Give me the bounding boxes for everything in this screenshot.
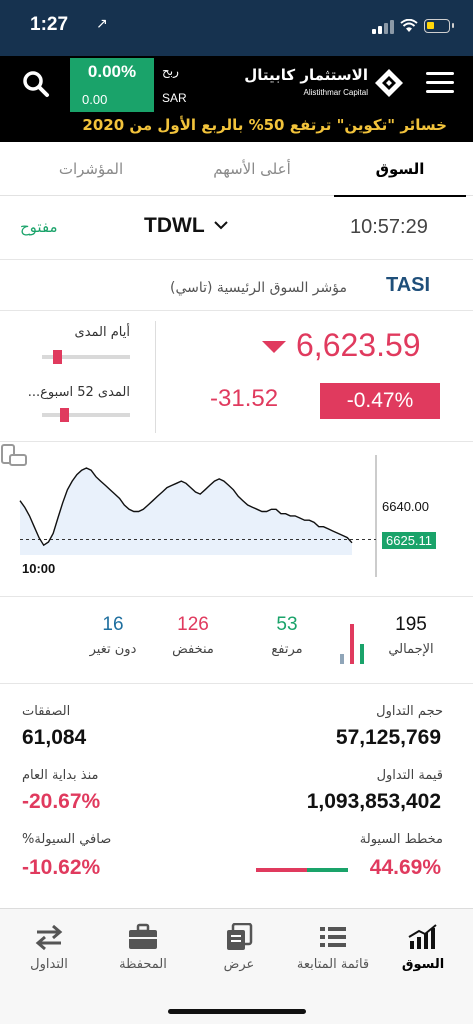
hamburger-menu-icon[interactable] [426, 72, 454, 94]
net-liquidity-value: -10.62% [22, 856, 101, 879]
quotes-icon [227, 923, 253, 950]
breadth-total: 195 الإجمالي [366, 614, 456, 657]
index-name: مؤشر السوق الرئيسية (تاسي) [170, 280, 347, 296]
trade-arrows-icon [35, 924, 63, 951]
breadth-bars-icon [336, 622, 370, 664]
clock: 1:27 [30, 14, 69, 35]
liquidity-bar [256, 868, 348, 872]
brand-logo: الاستثمار كابيتال Alistithmar Capital [244, 62, 404, 108]
index-price: 6,623.59 [296, 327, 421, 363]
day-range-slider [42, 350, 130, 364]
ytd-label: منذ بداية العام [22, 768, 99, 783]
trades-value: 61,084 [22, 726, 87, 749]
nav-watchlist-label: قائمة المتابعة [296, 957, 370, 972]
index-change: -31.52 [210, 385, 279, 412]
chevron-down-icon[interactable] [214, 220, 228, 230]
y-axis-label: 6640.00 [382, 499, 429, 515]
index-code: TASI [386, 274, 431, 296]
nav-quotes[interactable]: عرض [192, 923, 286, 972]
intraday-chart[interactable]: 6640.00 6625.11 10:00 [0, 443, 473, 597]
news-ticker[interactable]: خسائر "تكوين" ترتفع 50% بالربع الأول من … [0, 116, 473, 134]
volume-value: 57,125,769 [335, 726, 441, 749]
breadth-unchanged-value: 16 [102, 614, 124, 635]
nav-market[interactable]: السوق [376, 923, 470, 972]
breadth-unchanged-label: دون تغير [89, 642, 137, 657]
tab-top-stocks[interactable]: أعلى الأسهم [172, 142, 332, 196]
market-name-dropdown[interactable]: TDWL [144, 214, 205, 238]
current-value-label: 6625.11 [382, 531, 437, 549]
brand-mark-icon [375, 69, 403, 97]
brand-name-ar: الاستثمار كابيتال [244, 66, 368, 84]
briefcase-icon [129, 923, 157, 949]
nav-watchlist[interactable]: قائمة المتابعة [286, 923, 380, 972]
nav-trade-label: التداول [30, 957, 68, 972]
tab-market[interactable]: السوق [334, 142, 466, 197]
portfolio-quote-box[interactable]: 0.00% 0.00 [70, 58, 154, 112]
index-change-percent: -0.47% [320, 383, 440, 419]
nav-market-label: السوق [401, 957, 445, 972]
battery-icon [424, 19, 454, 33]
week52-range-label: المدى 52 اسبوع... [27, 385, 130, 400]
market-selector-row: 10:57:29 TDWL مفتوح [0, 196, 473, 260]
breadth-total-label: الإجمالي [388, 642, 434, 657]
breadth-unchanged: 16 دون تغير [68, 614, 158, 657]
intraday-chart-plot [19, 455, 377, 577]
home-indicator [168, 1009, 306, 1014]
day-range-label: أيام المدى [74, 325, 130, 340]
nav-trade[interactable]: التداول [2, 923, 96, 972]
breadth-total-value: 195 [395, 614, 427, 635]
signal-icon [372, 20, 394, 34]
week52-range-marker [59, 408, 69, 422]
quote-value: 0.00 [82, 92, 108, 107]
bottom-nav: السوق قائمة المتابعة عرض المحفظة التداول [0, 908, 473, 1024]
location-icon: ↗ [96, 16, 108, 32]
x-axis-start-label: 10:00 [22, 561, 56, 576]
breadth-down-label: منخفض [172, 642, 214, 657]
trades-label: الصفقات [22, 704, 71, 719]
liquidity-value: 44.69% [369, 856, 441, 879]
volume-label: حجم التداول [376, 704, 443, 719]
day-range-marker [52, 350, 62, 364]
nav-portfolio-label: المحفظة [119, 957, 167, 972]
breadth-down-value: 126 [177, 614, 209, 635]
ytd-value: -20.67% [22, 790, 101, 813]
panel-divider [155, 321, 156, 433]
turnover-label: قيمة التداول [376, 768, 443, 783]
breadth-up-label: مرتفع [271, 642, 303, 657]
watchlist-icon [320, 927, 346, 947]
price-panel: 6,623.59 -31.52 -0.47% أيام المدى المدى … [0, 310, 473, 442]
nav-portfolio[interactable]: المحفظة [96, 923, 190, 972]
market-chart-icon [408, 924, 437, 949]
index-header: TASI مؤشر السوق الرئيسية (تاسي) [0, 260, 473, 310]
net-liquidity-label: صافي السيولة% [22, 832, 112, 847]
breadth-down: 126 منخفض [148, 614, 238, 657]
brand-name-en: Alistithmar Capital [303, 88, 368, 97]
chart-area-fill [20, 468, 352, 555]
turnover-value: 1,093,853,402 [306, 790, 441, 813]
status-bar: 1:27 ↗ [0, 0, 473, 56]
profit-label: ربح [162, 64, 179, 78]
breadth-up-value: 53 [276, 614, 298, 635]
search-icon[interactable] [22, 70, 50, 98]
week52-range-slider [42, 408, 130, 422]
market-breadth: 195 الإجمالي 53 مرتفع 126 منخفض 16 دون ت… [0, 598, 473, 684]
wifi-icon [400, 18, 418, 37]
nav-quotes-label: عرض [223, 957, 255, 972]
app-header: 0.00% 0.00 ربح SAR الاستثمار كابيتال Ali… [0, 56, 473, 142]
fullscreen-rotate-icon[interactable] [0, 443, 28, 469]
currency-label: SAR [162, 91, 187, 105]
quote-percent: 0.00% [87, 62, 137, 81]
market-tabs: السوق أعلى الأسهم المؤشرات [0, 142, 473, 197]
breadth-up: 53 مرتفع [242, 614, 332, 657]
tab-indices[interactable]: المؤشرات [16, 142, 166, 196]
market-time: 10:57:29 [350, 216, 428, 238]
down-arrow-icon [262, 341, 286, 353]
market-status: مفتوح [20, 218, 58, 236]
liquidity-label: مخطط السيولة [359, 832, 443, 847]
